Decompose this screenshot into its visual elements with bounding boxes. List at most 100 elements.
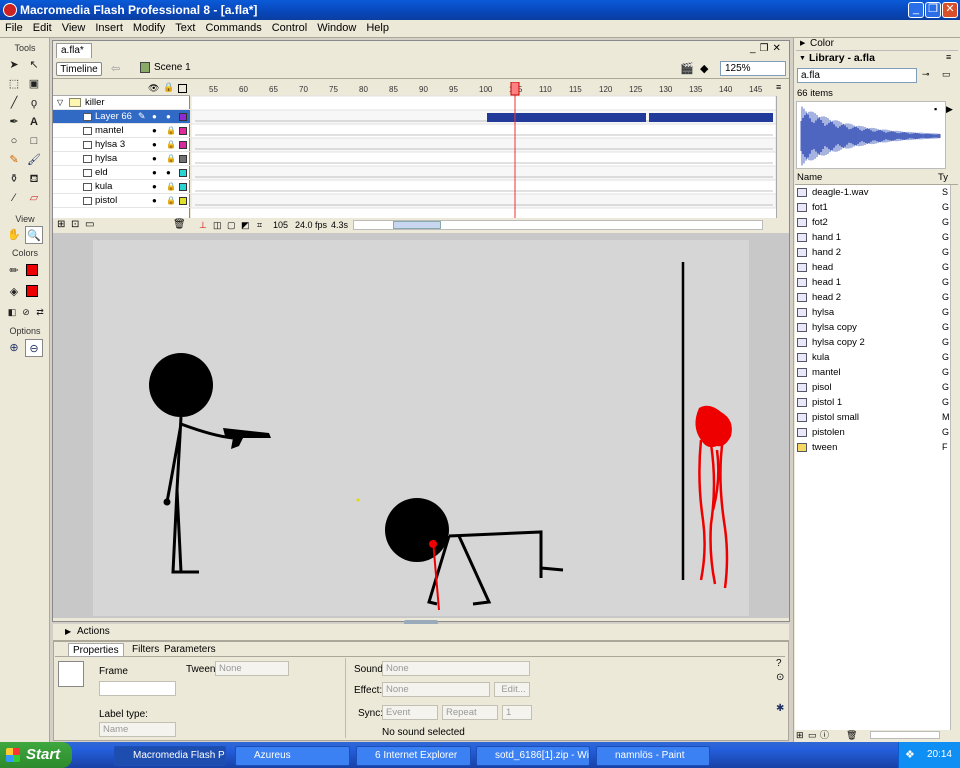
label-type-select[interactable]: Name xyxy=(99,722,176,737)
library-select[interactable]: a.fla xyxy=(797,68,917,83)
eraser-tool-icon[interactable]: ▱ xyxy=(25,189,43,207)
add-guide-icon[interactable]: ⊡ xyxy=(71,218,79,232)
scroll-thumb[interactable] xyxy=(393,221,441,229)
pencil-tool-icon[interactable]: ✎ xyxy=(5,151,23,169)
library-item[interactable]: hylsa G xyxy=(795,305,950,320)
selection-tool-icon[interactable]: ➤ xyxy=(5,56,23,74)
library-item[interactable]: pistol small M xyxy=(795,410,950,425)
layer-row[interactable]: hylsa 3 ● 🔒 xyxy=(53,138,190,152)
task-flash[interactable]: Macromedia Flash Pro... xyxy=(114,746,226,766)
library-item[interactable]: pistol 1 G xyxy=(795,395,950,410)
close-button[interactable]: ✕ xyxy=(942,2,958,18)
frame-row[interactable] xyxy=(191,95,776,111)
library-item[interactable]: deagle-1.wav S xyxy=(795,185,950,200)
stage-canvas[interactable] xyxy=(93,240,749,616)
task-azureus[interactable]: Azureus xyxy=(235,746,350,766)
center-frame-icon[interactable]: ⊥ xyxy=(199,218,207,232)
start-button[interactable]: Start xyxy=(0,742,72,768)
lasso-tool-icon[interactable]: ϙ xyxy=(25,94,43,112)
lock-header-icon[interactable]: 🔒 xyxy=(163,82,174,93)
col-type[interactable]: Ty xyxy=(938,172,948,184)
delete-item-icon[interactable]: 🗑 xyxy=(846,729,857,741)
doc-window-controls-icon[interactable]: _❐✕ xyxy=(750,43,785,54)
frame-row[interactable] xyxy=(191,123,776,139)
frame-row[interactable] xyxy=(191,179,776,195)
swap-colors-icon[interactable]: ⇄ xyxy=(31,303,49,321)
library-hscrollbar[interactable] xyxy=(870,731,940,739)
sound-select[interactable]: None xyxy=(382,661,530,676)
library-vscrollbar[interactable] xyxy=(950,185,960,730)
repeat-select[interactable]: Repeat xyxy=(442,705,498,720)
library-item[interactable]: pisol G xyxy=(795,380,950,395)
library-menu-icon[interactable]: ≡ xyxy=(946,52,951,62)
back-arrow-icon[interactable]: ⇦ xyxy=(111,62,120,75)
frame-row[interactable] xyxy=(191,151,776,167)
menu-window[interactable]: Window xyxy=(312,20,361,36)
frame-name-input[interactable] xyxy=(99,681,176,696)
fill-color-swatch[interactable] xyxy=(26,285,38,297)
timeline-button[interactable]: Timeline xyxy=(56,62,102,76)
task-ie[interactable]: 6 Internet Explorer xyxy=(356,746,471,766)
library-panel-header[interactable]: ▼ Library - a.fla xyxy=(795,51,958,66)
zoom-tool-icon[interactable]: 🔍 xyxy=(25,226,43,244)
outline-header-icon[interactable] xyxy=(178,84,187,93)
layer-row[interactable]: mantel ● 🔒 xyxy=(53,124,190,138)
library-item[interactable]: head 2 G xyxy=(795,290,950,305)
onion-markers-icon[interactable]: ⌗ xyxy=(257,218,262,232)
insert-layer-icon[interactable]: ⊞ xyxy=(57,218,65,232)
brush-tool-icon[interactable]: 🖌 xyxy=(25,151,43,169)
library-item[interactable]: head 1 G xyxy=(795,275,950,290)
tab-parameters[interactable]: Parameters xyxy=(160,643,220,657)
edit-symbol-icon[interactable]: ◆ xyxy=(700,62,708,75)
menu-view[interactable]: View xyxy=(57,20,91,36)
delete-layer-icon[interactable]: 🗑 xyxy=(173,218,186,232)
zoom-select[interactable]: 125% xyxy=(720,61,786,76)
repeat-count-input[interactable]: 1 xyxy=(502,705,532,720)
effect-select[interactable]: None xyxy=(382,682,490,697)
library-item[interactable]: pistolen G xyxy=(795,425,950,440)
menu-help[interactable]: Help xyxy=(361,20,394,36)
properties-icon[interactable]: ⓘ xyxy=(820,729,829,741)
color-panel-header[interactable]: ▶ Color xyxy=(796,38,958,51)
menu-control[interactable]: Control xyxy=(267,20,312,36)
edit-button[interactable]: Edit... xyxy=(494,682,530,697)
tab-properties[interactable]: Properties xyxy=(68,643,124,657)
timeline-vscrollbar[interactable] xyxy=(776,96,788,218)
task-zip[interactable]: sotd_6186[1].zip - Wi... xyxy=(476,746,590,766)
timeline-menu-icon[interactable]: ≡ xyxy=(776,82,781,92)
help-icon[interactable]: ? xyxy=(776,658,782,669)
paint-bucket-tool-icon[interactable]: ⛾ xyxy=(25,170,43,188)
library-item[interactable]: head G xyxy=(795,260,950,275)
ink-bottle-tool-icon[interactable]: ⚱ xyxy=(5,170,23,188)
restore-button[interactable]: ❐ xyxy=(925,2,941,18)
menu-insert[interactable]: Insert xyxy=(90,20,128,36)
fill-transform-tool-icon[interactable]: ▣ xyxy=(25,75,43,93)
library-item[interactable]: mantel G xyxy=(795,365,950,380)
layer-row-folder[interactable]: ▽ killer xyxy=(53,96,190,110)
free-transform-tool-icon[interactable]: ⬚ xyxy=(5,75,23,93)
sync-select[interactable]: Event xyxy=(382,705,438,720)
scene-label[interactable]: Scene 1 xyxy=(154,62,191,73)
hand-tool-icon[interactable]: ✋ xyxy=(5,226,23,244)
subselection-tool-icon[interactable]: ↖ xyxy=(25,56,43,74)
new-symbol-icon[interactable]: ⊞ xyxy=(796,729,804,741)
library-item[interactable]: fot1 G xyxy=(795,200,950,215)
frame-row[interactable] xyxy=(191,137,776,153)
accessibility-icon[interactable]: ⊙ xyxy=(776,672,784,683)
frame-row[interactable] xyxy=(191,193,776,209)
frame-row[interactable] xyxy=(191,165,776,181)
menu-text[interactable]: Text xyxy=(170,20,200,36)
network-icon[interactable]: ❖ xyxy=(905,742,915,768)
edit-scene-icon[interactable]: 🎬 xyxy=(680,62,694,75)
library-item[interactable]: tween F xyxy=(795,440,950,455)
zoom-in-icon[interactable]: ⊕ xyxy=(5,339,23,357)
line-tool-icon[interactable]: ╱ xyxy=(5,94,23,112)
library-item[interactable]: fot2 G xyxy=(795,215,950,230)
menu-file[interactable]: File xyxy=(0,20,28,36)
play-icon[interactable]: ▶ xyxy=(946,104,953,115)
eye-icon[interactable]: 👁 xyxy=(148,83,159,94)
pen-tool-icon[interactable]: ✒ xyxy=(5,113,23,131)
new-library-icon[interactable]: ▭ xyxy=(942,69,951,80)
library-item[interactable]: kula G xyxy=(795,350,950,365)
menu-modify[interactable]: Modify xyxy=(128,20,170,36)
